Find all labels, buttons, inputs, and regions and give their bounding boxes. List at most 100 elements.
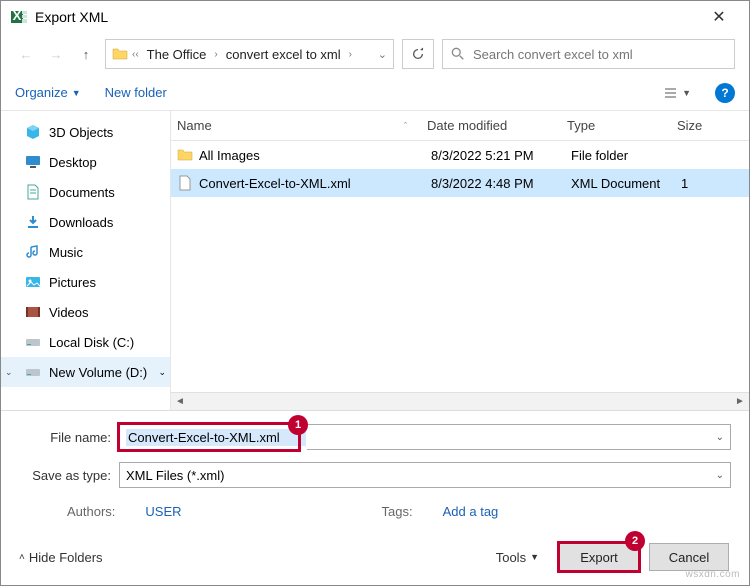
videos-icon bbox=[25, 304, 41, 320]
view-icon bbox=[664, 87, 680, 99]
new-folder-button[interactable]: New folder bbox=[105, 85, 167, 100]
sidebar-item-videos[interactable]: Videos bbox=[1, 297, 170, 327]
dropdown-icon[interactable]: ⌄ bbox=[716, 470, 724, 481]
history-dropdown-icon[interactable]: ⌄ bbox=[378, 48, 387, 61]
watermark: wsxdn.com bbox=[685, 569, 740, 580]
tools-button[interactable]: Tools ▼ bbox=[496, 550, 539, 565]
nav-row: ← → ↑ ‹‹ The Office › convert excel to x… bbox=[1, 33, 749, 75]
sort-arrow-icon: ˆ bbox=[404, 121, 407, 131]
sidebar-item-label: New Volume (D:) bbox=[49, 365, 147, 380]
folder-icon bbox=[177, 147, 193, 163]
svg-text:X: X bbox=[13, 9, 22, 23]
sidebar-item-label: Music bbox=[49, 245, 83, 260]
help-button[interactable]: ? bbox=[715, 83, 735, 103]
sidebar-item-music[interactable]: Music bbox=[1, 237, 170, 267]
back-button[interactable]: ← bbox=[15, 43, 37, 65]
dropdown-icon[interactable]: ⌄ bbox=[716, 432, 724, 443]
file-type: File folder bbox=[571, 148, 681, 163]
lower-panel: File name: 1 ⌄ Save as type: XML Files (… bbox=[1, 410, 749, 529]
authors-label: Authors: bbox=[67, 504, 115, 519]
disk-icon bbox=[25, 364, 41, 380]
savetype-value: XML Files (*.xml) bbox=[126, 468, 224, 483]
forward-button[interactable]: → bbox=[45, 43, 67, 65]
metadata-row: Authors: USER Tags: Add a tag bbox=[19, 497, 731, 525]
chevron-icon: ‹‹ bbox=[132, 49, 139, 60]
savetype-combo[interactable]: XML Files (*.xml) ⌄ bbox=[119, 462, 731, 488]
savetype-label: Save as type: bbox=[19, 468, 111, 483]
breadcrumb-part1[interactable]: The Office bbox=[143, 47, 211, 62]
tags-label: Tags: bbox=[382, 504, 413, 519]
refresh-button[interactable] bbox=[402, 39, 434, 69]
file-list: All Images 8/3/2022 5:21 PM File folder … bbox=[171, 141, 749, 392]
view-options-button[interactable]: ▼ bbox=[664, 87, 691, 99]
organize-button[interactable]: Organize ▼ bbox=[15, 85, 81, 100]
file-pane: Nameˆ Date modified Type Size All Images… bbox=[171, 111, 749, 410]
savetype-row: Save as type: XML Files (*.xml) ⌄ bbox=[19, 459, 731, 491]
disk-icon bbox=[25, 334, 41, 350]
body: 3D Objects Desktop Documents Downloads M… bbox=[1, 111, 749, 410]
breadcrumb-part2[interactable]: convert excel to xml bbox=[222, 47, 345, 62]
file-header: Nameˆ Date modified Type Size bbox=[171, 111, 749, 141]
sidebar-item-label: Downloads bbox=[49, 215, 113, 230]
column-type[interactable]: Type bbox=[567, 118, 677, 133]
authors-value[interactable]: USER bbox=[145, 504, 181, 519]
file-row-folder[interactable]: All Images 8/3/2022 5:21 PM File folder bbox=[171, 141, 749, 169]
cancel-button[interactable]: Cancel bbox=[649, 543, 729, 571]
sidebar: 3D Objects Desktop Documents Downloads M… bbox=[1, 111, 171, 410]
sidebar-item-documents[interactable]: Documents bbox=[1, 177, 170, 207]
column-name[interactable]: Nameˆ bbox=[177, 118, 427, 133]
xml-file-icon bbox=[177, 175, 193, 191]
close-button[interactable]: ✕ bbox=[699, 7, 739, 27]
sidebar-item-desktop[interactable]: Desktop bbox=[1, 147, 170, 177]
search-input[interactable] bbox=[471, 46, 726, 63]
up-button[interactable]: ↑ bbox=[75, 43, 97, 65]
file-date: 8/3/2022 5:21 PM bbox=[431, 148, 571, 163]
column-date[interactable]: Date modified bbox=[427, 118, 567, 133]
column-size[interactable]: Size bbox=[677, 118, 749, 133]
file-name: All Images bbox=[199, 148, 431, 163]
address-bar[interactable]: ‹‹ The Office › convert excel to xml › ⌄ bbox=[105, 39, 394, 69]
sidebar-item-label: 3D Objects bbox=[49, 125, 113, 140]
horizontal-scrollbar[interactable]: ◄ ► bbox=[171, 392, 749, 410]
titlebar: X Export XML ✕ bbox=[1, 1, 749, 33]
chevron-up-icon: ˄ bbox=[19, 552, 25, 563]
scroll-right-icon[interactable]: ► bbox=[731, 396, 749, 407]
dialog-title: Export XML bbox=[35, 9, 699, 25]
file-size: 1 bbox=[681, 176, 749, 191]
filename-input-wrapper: 1 bbox=[119, 424, 299, 450]
3d-objects-icon bbox=[25, 124, 41, 140]
toolbar: Organize ▼ New folder ▼ ? bbox=[1, 75, 749, 111]
chevron-right-icon: › bbox=[214, 49, 217, 60]
refresh-icon bbox=[411, 47, 425, 61]
chevron-down-icon: ⌄ bbox=[158, 367, 166, 378]
sidebar-item-label: Pictures bbox=[49, 275, 96, 290]
scroll-left-icon[interactable]: ◄ bbox=[171, 396, 189, 407]
search-icon bbox=[451, 47, 465, 61]
documents-icon bbox=[25, 184, 41, 200]
downloads-icon bbox=[25, 214, 41, 230]
desktop-icon bbox=[25, 154, 41, 170]
sidebar-item-local-disk-c[interactable]: Local Disk (C:) bbox=[1, 327, 170, 357]
callout-1: 1 bbox=[288, 415, 308, 435]
hide-folders-button[interactable]: ˄ Hide Folders bbox=[19, 550, 103, 565]
search-box[interactable] bbox=[442, 39, 735, 69]
sidebar-item-new-volume-d[interactable]: ⌄ New Volume (D:) ⌄ bbox=[1, 357, 170, 387]
file-row-xml[interactable]: Convert-Excel-to-XML.xml 8/3/2022 4:48 P… bbox=[171, 169, 749, 197]
tags-value[interactable]: Add a tag bbox=[443, 504, 499, 519]
filename-row: File name: 1 ⌄ bbox=[19, 421, 731, 453]
filename-input[interactable] bbox=[126, 429, 306, 446]
sidebar-item-pictures[interactable]: Pictures bbox=[1, 267, 170, 297]
file-date: 8/3/2022 4:48 PM bbox=[431, 176, 571, 191]
folder-icon bbox=[112, 46, 128, 62]
chevron-right-icon: › bbox=[349, 49, 352, 60]
pictures-icon bbox=[25, 274, 41, 290]
sidebar-item-label: Videos bbox=[49, 305, 89, 320]
sidebar-item-label: Local Disk (C:) bbox=[49, 335, 134, 350]
excel-app-icon: X bbox=[11, 9, 27, 25]
export-xml-dialog: X Export XML ✕ ← → ↑ ‹‹ The Office › con… bbox=[0, 0, 750, 586]
sidebar-item-label: Documents bbox=[49, 185, 115, 200]
sidebar-item-3d-objects[interactable]: 3D Objects bbox=[1, 117, 170, 147]
chevron-down-icon: ⌄ bbox=[5, 367, 13, 378]
filename-combo-extend[interactable]: ⌄ bbox=[307, 424, 731, 450]
sidebar-item-downloads[interactable]: Downloads bbox=[1, 207, 170, 237]
